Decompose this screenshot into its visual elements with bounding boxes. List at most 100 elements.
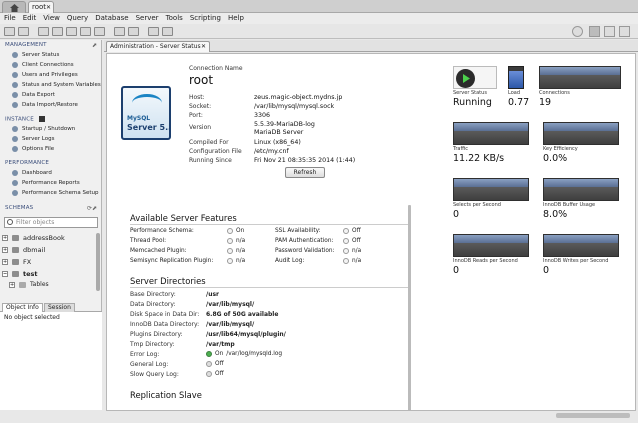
- schema-tables-item[interactable]: + Tables: [9, 281, 49, 288]
- inspector-icon[interactable]: [128, 27, 139, 36]
- server-status-icon: [12, 52, 18, 58]
- gear-icon[interactable]: [572, 26, 583, 37]
- toggle-secondary-sidebar-icon[interactable]: [619, 26, 630, 37]
- view-icon[interactable]: [66, 27, 77, 36]
- field-label: Running Since: [189, 157, 232, 164]
- menu-help[interactable]: Help: [228, 13, 244, 24]
- tab-object-info[interactable]: Object Info: [2, 303, 43, 312]
- close-icon[interactable]: ✕: [201, 42, 206, 52]
- collapse-icon[interactable]: −: [2, 271, 8, 277]
- connections-widget: Connections 19: [539, 66, 621, 108]
- innodb-reads-widget: InnoDB Reads per Second 0: [453, 234, 529, 276]
- filter-objects-input[interactable]: Filter objects: [4, 217, 98, 228]
- menu-query[interactable]: Query: [67, 13, 88, 24]
- sidebar-item-data-export[interactable]: Data Export: [12, 92, 55, 98]
- expand-icon[interactable]: +: [2, 247, 8, 253]
- selects-graph: [453, 178, 529, 201]
- expand-icon[interactable]: +: [2, 259, 8, 265]
- options-icon: [12, 146, 18, 152]
- bottom-scrollbar[interactable]: [556, 413, 630, 418]
- field-label: Version: [189, 124, 212, 131]
- menu-database[interactable]: Database: [95, 13, 128, 24]
- database-icon: [12, 247, 19, 253]
- database-icon[interactable]: [38, 27, 49, 36]
- expand-icon[interactable]: +: [9, 281, 15, 288]
- feature-row: Memcached Plugin: n/a: [130, 248, 246, 254]
- expand-icon[interactable]: +: [2, 235, 8, 241]
- function-icon[interactable]: [94, 27, 105, 36]
- sidebar-item-performance-reports[interactable]: Performance Reports: [12, 180, 80, 186]
- procedure-icon[interactable]: [80, 27, 91, 36]
- search-table-icon[interactable]: [114, 27, 125, 36]
- main-toolbar: [0, 24, 638, 39]
- pin-icon[interactable]: ⬈: [92, 42, 97, 49]
- menu-server[interactable]: Server: [136, 13, 159, 24]
- logo-text-top: MySQL: [127, 115, 151, 122]
- schema-item[interactable]: + addressBook: [2, 234, 65, 242]
- refresh-schemas-icon[interactable]: ⟳⬈: [87, 205, 97, 212]
- database-icon: [12, 235, 19, 241]
- refresh-button[interactable]: Refresh: [285, 167, 325, 178]
- sidebar-item-data-import[interactable]: Data Import/Restore: [12, 102, 78, 108]
- server-icon[interactable]: [162, 27, 173, 36]
- radio-icon: [343, 238, 349, 244]
- schemas-heading: SCHEMAS: [5, 205, 34, 211]
- sidebar-item-status-variables[interactable]: Status and System Variables: [12, 82, 101, 88]
- sidebar-item-dashboard[interactable]: Dashboard: [12, 170, 52, 176]
- innodb-buffer-value: 8.0%: [543, 209, 568, 220]
- log-label: Slow Query Log:: [130, 371, 179, 378]
- connection-tabstrip: root ✕: [0, 0, 638, 13]
- tab-server-status[interactable]: Administration - Server Status ✕: [106, 41, 210, 52]
- dir-label: Disk Space in Data Dir:: [130, 311, 200, 318]
- document-tabbar: Administration - Server Status ✕: [104, 40, 638, 52]
- reconnect-icon[interactable]: [148, 27, 159, 36]
- connection-tab-root[interactable]: root ✕: [28, 1, 54, 13]
- log-status: Off: [206, 361, 224, 367]
- dir-label: Tmp Directory:: [130, 341, 175, 348]
- field-label: Compiled For: [189, 139, 229, 146]
- schema-item[interactable]: + FX: [2, 258, 31, 266]
- table-icon[interactable]: [52, 27, 63, 36]
- database-icon: [12, 271, 19, 277]
- sidebar-item-performance-schema-setup[interactable]: Performance Schema Setup: [12, 190, 98, 196]
- menu-view[interactable]: View: [43, 13, 60, 24]
- schema-item-active[interactable]: − test: [2, 270, 38, 278]
- radio-icon: [227, 228, 233, 234]
- field-value: /var/lib/mysql/mysql.sock: [254, 103, 335, 110]
- new-sql-tab-icon[interactable]: [4, 27, 15, 36]
- dir-value: 6.8G of 50G available: [206, 311, 279, 318]
- tab-session[interactable]: Session: [44, 303, 75, 312]
- menu-scripting[interactable]: Scripting: [190, 13, 221, 24]
- dir-label: Data Directory:: [130, 301, 176, 308]
- innodb-writes-value: 0: [543, 265, 550, 276]
- open-sql-file-icon[interactable]: [18, 27, 29, 36]
- sidebar-item-client-connections[interactable]: Client Connections: [12, 62, 74, 68]
- schema-item[interactable]: + dbmail: [2, 246, 45, 254]
- traffic-label: Traffic: [453, 146, 469, 152]
- variables-icon: [12, 82, 18, 88]
- sidebar-item-startup-shutdown[interactable]: Startup / Shutdown: [12, 126, 75, 132]
- logo-text-bottom: Server 5.5: [127, 123, 171, 132]
- export-icon: [12, 92, 18, 98]
- menu-edit[interactable]: Edit: [23, 13, 37, 24]
- field-value: 5.5.39-MariaDB-log: [254, 121, 315, 128]
- search-icon: [7, 219, 13, 225]
- sidebar-item-options-file[interactable]: Options File: [12, 146, 54, 152]
- traffic-graph: [453, 122, 529, 145]
- toggle-sidebar-icon[interactable]: [589, 26, 600, 37]
- menu-file[interactable]: File: [4, 13, 16, 24]
- toggle-output-icon[interactable]: [604, 26, 615, 37]
- schema-scrollbar[interactable]: [96, 233, 100, 291]
- close-icon[interactable]: ✕: [46, 2, 51, 13]
- menu-tools[interactable]: Tools: [166, 13, 183, 24]
- dir-label: Plugins Directory:: [130, 331, 183, 338]
- sidebar-item-users-privileges[interactable]: Users and Privileges: [12, 72, 78, 78]
- connection-name: root: [189, 73, 214, 87]
- field-value: zeus.magic-object.mydns.jp: [254, 94, 343, 101]
- sidebar-item-server-logs[interactable]: Server Logs: [12, 136, 54, 142]
- content-scrollbar[interactable]: [408, 205, 411, 410]
- sidebar-item-server-status[interactable]: Server Status: [12, 52, 59, 58]
- database-icon: [12, 259, 19, 265]
- home-tab[interactable]: [2, 1, 26, 13]
- performance-heading: PERFORMANCE: [5, 160, 50, 166]
